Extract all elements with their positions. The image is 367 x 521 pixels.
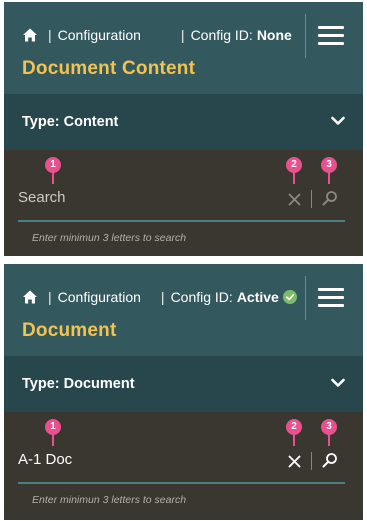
app-header: | Configuration | Config ID: Active Docu… (4, 264, 363, 356)
search-section: Enter minimun 3 letters to search 1 2 3 (4, 412, 363, 520)
search-divider (311, 190, 312, 208)
breadcrumb-configuration-link[interactable]: Configuration (58, 289, 141, 305)
config-panel-empty: | Configuration | Config ID: None Docume… (4, 2, 363, 256)
callout-line (293, 434, 295, 446)
config-id-value: None (256, 27, 292, 43)
hamburger-menu-icon[interactable] (318, 288, 344, 308)
search-hint: Enter minimun 3 letters to search (32, 232, 187, 244)
page-title: Document (22, 320, 117, 341)
config-id-label: Config ID: (170, 289, 233, 305)
close-icon[interactable] (288, 193, 301, 206)
breadcrumb-separator: | (48, 27, 52, 43)
chevron-down-icon[interactable] (331, 116, 345, 126)
breadcrumb: | Configuration | Config ID: Active (22, 286, 297, 308)
hamburger-menu-icon[interactable] (318, 26, 344, 46)
callout-marker-1: 1 (45, 157, 61, 173)
search-section: Enter minimun 3 letters to search 1 2 3 (4, 150, 363, 256)
home-icon[interactable] (22, 289, 38, 305)
header-divider (305, 276, 306, 320)
breadcrumb: | Configuration | Config ID: None (22, 24, 292, 46)
header-divider (305, 14, 306, 58)
breadcrumb-configuration-link[interactable]: Configuration (58, 27, 141, 43)
search-underline (18, 220, 345, 222)
close-icon[interactable] (288, 455, 301, 468)
check-circle-icon (282, 290, 297, 304)
type-selector-label: Type: Content (22, 114, 119, 130)
type-selector-label: Type: Document (22, 376, 135, 392)
search-input[interactable] (18, 446, 238, 472)
callout-marker-2: 2 (286, 419, 302, 435)
callout-line (328, 434, 330, 446)
config-separator: | (180, 27, 185, 43)
callout-marker-3: 3 (321, 157, 337, 173)
config-id-label: Config ID: (190, 27, 253, 43)
type-selector[interactable]: Type: Content (4, 94, 363, 150)
breadcrumb-separator: | (48, 289, 52, 305)
search-divider (311, 452, 312, 470)
search-hint: Enter minimun 3 letters to search (32, 494, 187, 506)
callout-marker-2: 2 (286, 157, 302, 173)
callout-line (328, 172, 330, 184)
search-icon[interactable] (322, 190, 338, 206)
search-icon[interactable] (322, 452, 338, 468)
callout-line (293, 172, 295, 184)
callout-line (52, 434, 54, 446)
callout-marker-3: 3 (321, 419, 337, 435)
callout-line (52, 172, 54, 184)
callout-marker-1: 1 (45, 419, 61, 435)
app-header: | Configuration | Config ID: None Docume… (4, 2, 363, 94)
page-title: Document Content (22, 58, 196, 79)
search-input[interactable] (18, 184, 238, 210)
type-selector[interactable]: Type: Document (4, 356, 363, 412)
config-separator: | (160, 289, 165, 305)
chevron-down-icon[interactable] (331, 378, 345, 388)
config-id-value: Active (236, 289, 279, 305)
config-panel-active: | Configuration | Config ID: Active Docu… (4, 264, 363, 520)
search-underline (18, 482, 345, 484)
home-icon[interactable] (22, 27, 38, 43)
